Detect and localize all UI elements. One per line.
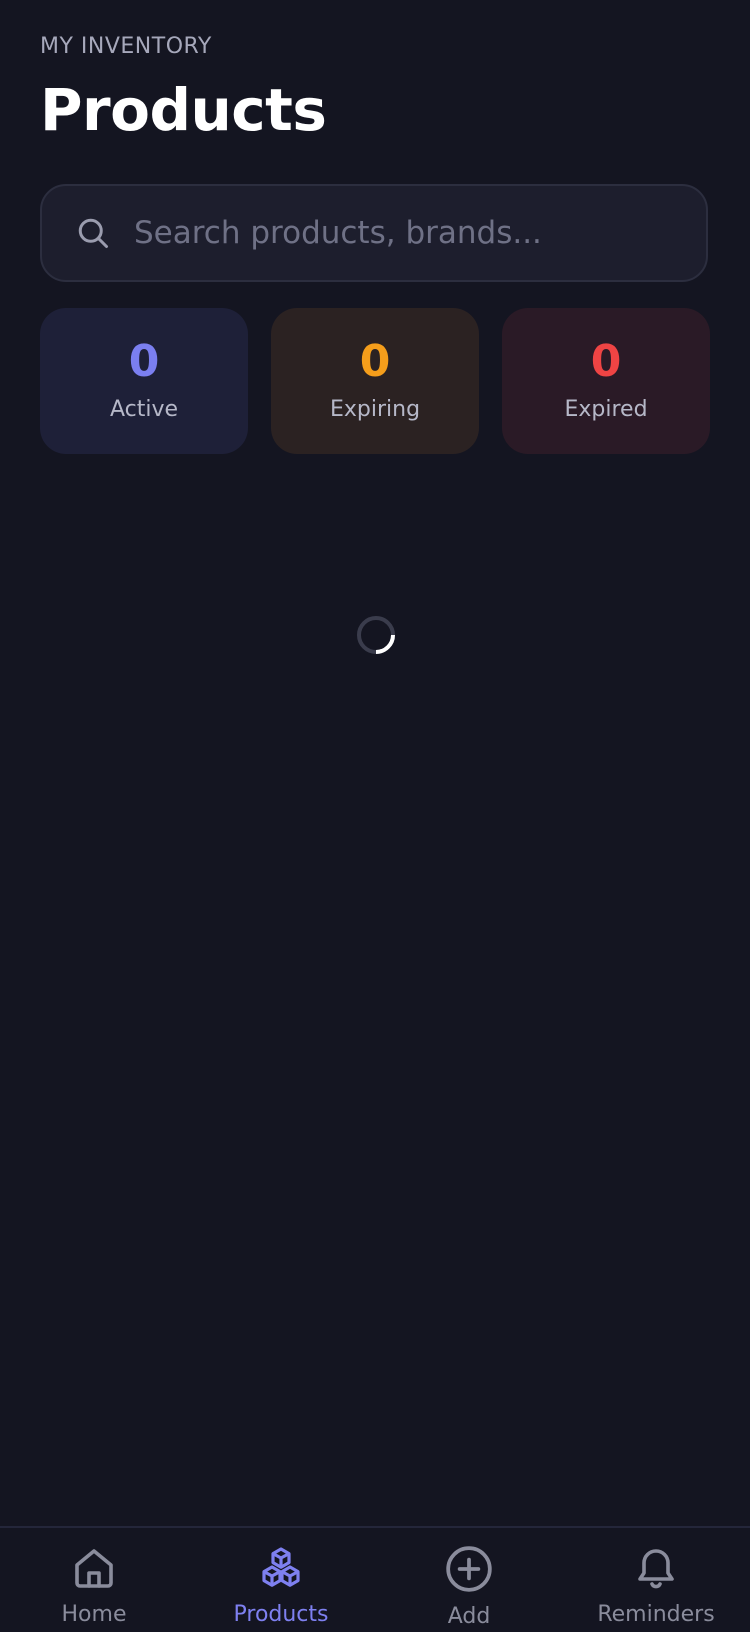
stat-value-expiring: 0 [359,336,391,387]
search-icon [74,214,112,252]
tab-label-add: Add [447,1604,491,1629]
page-title: Products [40,76,327,144]
home-icon [69,1544,119,1592]
tab-label-products: Products [233,1602,329,1627]
bottom-tab-bar: Home Products Add Reminders [0,1526,750,1629]
stat-label-expired: Expired [564,397,648,422]
spinner-icon [356,615,396,655]
tab-home[interactable]: Home [0,1528,188,1627]
search-input[interactable] [132,202,682,264]
stat-card-expired[interactable]: 0 Expired [502,308,710,454]
search-bar[interactable] [40,184,708,282]
page-eyebrow: MY INVENTORY [40,34,212,59]
tab-reminders[interactable]: Reminders [562,1528,750,1627]
tab-label-reminders: Reminders [597,1602,715,1627]
stat-value-expired: 0 [590,336,622,387]
stat-label-active: Active [109,397,179,422]
tab-products[interactable]: Products [187,1528,375,1627]
page-header: MY INVENTORY Products [40,30,710,142]
stat-card-active[interactable]: 0 Active [40,308,248,454]
tab-label-home: Home [61,1602,127,1627]
stats-row: 0 Active 0 Expiring 0 Expired [40,308,710,454]
bell-icon [631,1544,681,1592]
stat-value-active: 0 [128,336,160,387]
plus-circle-icon [444,1544,494,1594]
stat-label-expiring: Expiring [329,397,421,422]
stat-card-expiring[interactable]: 0 Expiring [271,308,479,454]
cubes-icon [256,1544,306,1592]
tab-add[interactable]: Add [375,1528,563,1629]
